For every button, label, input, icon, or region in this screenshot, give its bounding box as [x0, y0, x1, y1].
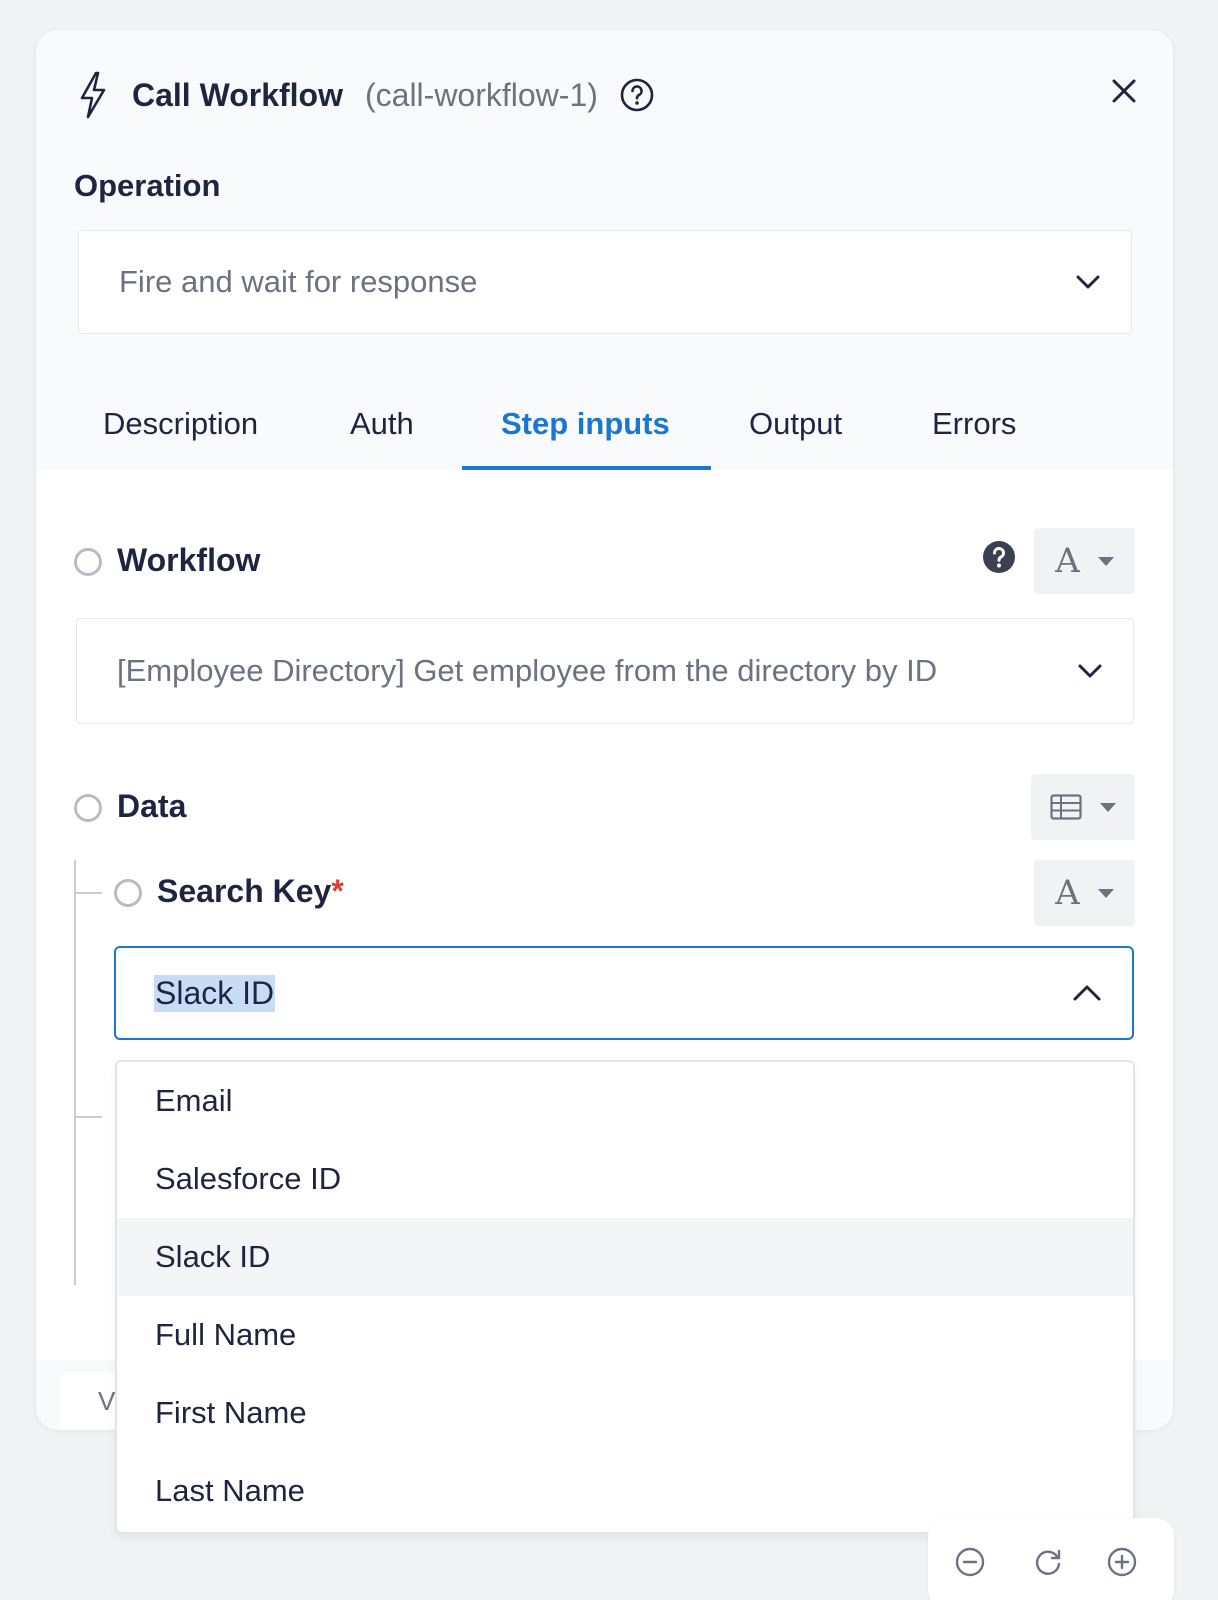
- text-type-icon: A: [1055, 873, 1080, 913]
- panel-header: Call Workflow (call-workflow-1): [76, 70, 654, 120]
- tab-errors[interactable]: Errors: [932, 406, 1016, 442]
- zoom-controls: [928, 1518, 1174, 1600]
- option-slack-id[interactable]: Slack ID: [117, 1218, 1133, 1296]
- option-email[interactable]: Email: [117, 1062, 1133, 1140]
- option-salesforce-id[interactable]: Salesforce ID: [117, 1140, 1133, 1218]
- operation-label: Operation: [74, 168, 221, 203]
- reset-zoom-icon[interactable]: [1032, 1546, 1064, 1578]
- workflow-radio[interactable]: [74, 548, 102, 576]
- operation-select[interactable]: Fire and wait for response: [78, 230, 1132, 334]
- bolt-icon: [80, 71, 106, 119]
- workflow-type-button[interactable]: A: [1034, 528, 1135, 594]
- operation-select-value: Fire and wait for response: [119, 264, 478, 299]
- option-first-name[interactable]: First Name: [117, 1374, 1133, 1452]
- tree-connector: [74, 860, 76, 1285]
- required-asterisk: *: [331, 873, 344, 909]
- close-icon[interactable]: [1109, 76, 1139, 106]
- search-key-radio[interactable]: [114, 879, 142, 907]
- tab-description[interactable]: Description: [103, 406, 258, 442]
- caret-down-icon: [1097, 556, 1114, 566]
- panel-title: Call Workflow: [132, 76, 343, 113]
- question-icon[interactable]: [982, 540, 1016, 574]
- chevron-up-icon: [1073, 985, 1101, 1001]
- workflow-select-value: [Employee Directory] Get employee from t…: [117, 653, 938, 688]
- tab-output[interactable]: Output: [749, 406, 842, 442]
- caret-down-icon: [1097, 888, 1114, 898]
- tab-auth[interactable]: Auth: [350, 406, 414, 442]
- text-type-icon: A: [1055, 541, 1080, 581]
- option-full-name[interactable]: Full Name: [117, 1296, 1133, 1374]
- search-key-select[interactable]: Slack ID: [114, 946, 1134, 1040]
- workflow-select[interactable]: [Employee Directory] Get employee from t…: [76, 618, 1134, 724]
- search-key-options-menu: Email Salesforce ID Slack ID Full Name F…: [115, 1060, 1135, 1534]
- caret-down-icon: [1100, 802, 1116, 812]
- tree-branch: [74, 1116, 102, 1118]
- tree-branch: [74, 892, 102, 894]
- help-icon[interactable]: [620, 78, 654, 112]
- footer-button-label: V: [98, 1386, 116, 1416]
- search-key-type-button[interactable]: A: [1034, 860, 1135, 926]
- tab-step-inputs[interactable]: Step inputs: [501, 406, 670, 442]
- panel-step-id: (call-workflow-1): [364, 76, 598, 113]
- zoom-in-icon[interactable]: [1106, 1546, 1138, 1578]
- data-label: Data: [117, 788, 187, 824]
- chevron-down-icon: [1078, 664, 1102, 678]
- data-radio[interactable]: [74, 794, 102, 822]
- tab-bar: Description Auth Step inputs Output Erro…: [36, 386, 1173, 472]
- search-key-select-value[interactable]: Slack ID: [154, 974, 276, 1012]
- workflow-label: Workflow: [117, 542, 261, 578]
- search-key-label: Search Key*: [157, 873, 344, 909]
- data-type-button[interactable]: [1031, 774, 1135, 840]
- zoom-out-icon[interactable]: [954, 1546, 986, 1578]
- table-icon: [1050, 794, 1082, 820]
- chevron-down-icon: [1076, 275, 1100, 289]
